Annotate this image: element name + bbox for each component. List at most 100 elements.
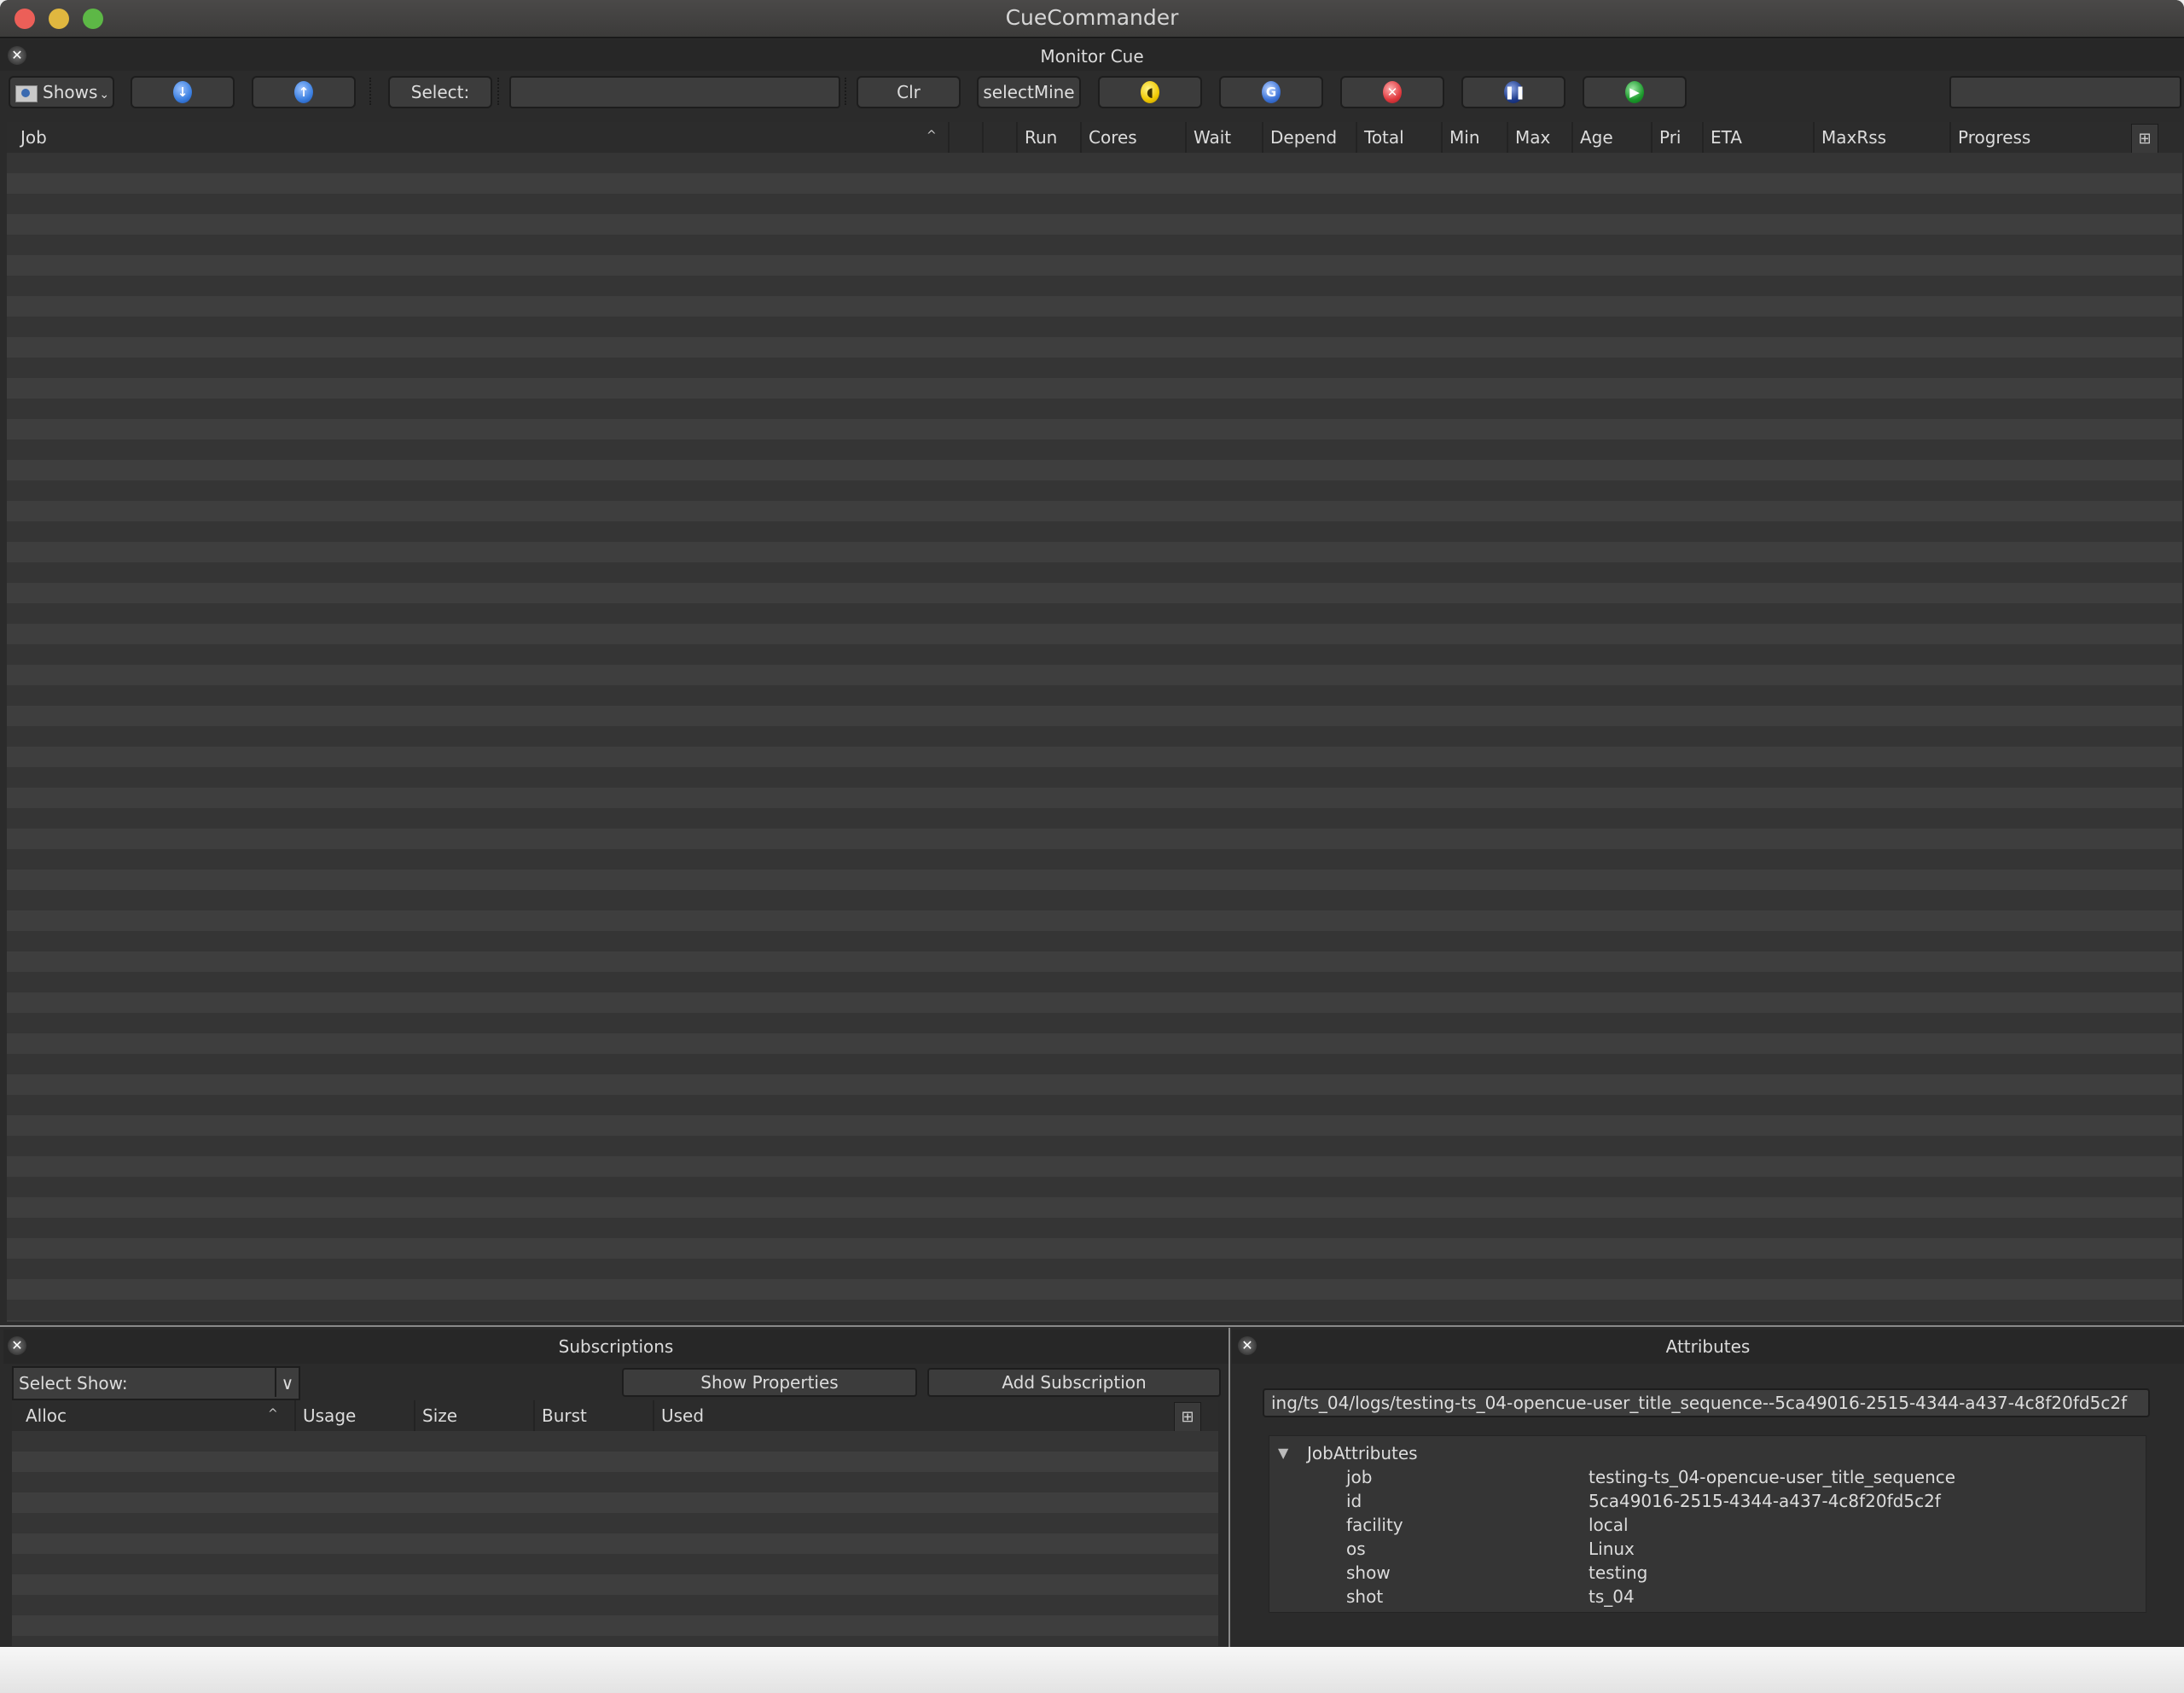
subscriptions-close-icon[interactable]: ✕ bbox=[8, 1336, 26, 1355]
empty-table-row bbox=[12, 1472, 1218, 1492]
clear-button[interactable]: Clr bbox=[857, 76, 961, 108]
empty-table-row bbox=[7, 1136, 2182, 1156]
column-chooser-icon[interactable]: ⊞ bbox=[2131, 124, 2158, 154]
column-header-pri[interactable]: Pri bbox=[1651, 122, 1702, 153]
empty-table-row bbox=[7, 1300, 2182, 1320]
column-chooser-icon[interactable]: ⊞ bbox=[1174, 1402, 1201, 1433]
attributes-title-bar: Attributes bbox=[1232, 1329, 2184, 1364]
empty-table-row bbox=[7, 542, 2182, 562]
column-header-total[interactable]: Total bbox=[1356, 122, 1441, 153]
empty-table-row bbox=[7, 337, 2182, 358]
attribute-row[interactable]: shot ts_04 bbox=[1269, 1586, 2146, 1610]
attribute-key: facility bbox=[1346, 1515, 1403, 1535]
select-button[interactable]: Select: bbox=[388, 76, 492, 108]
select-input[interactable] bbox=[509, 76, 840, 108]
column-header-burst[interactable]: Burst bbox=[533, 1400, 653, 1431]
select-mine-button[interactable]: selectMine bbox=[977, 76, 1081, 108]
column-header-blank-1[interactable] bbox=[948, 122, 982, 153]
empty-table-row bbox=[12, 1615, 1218, 1636]
select-show-dropdown[interactable]: Select Show: ∨ bbox=[12, 1366, 300, 1400]
attribute-key: os bbox=[1346, 1539, 1366, 1559]
column-header-run[interactable]: Run bbox=[1016, 122, 1088, 153]
empty-table-row bbox=[7, 317, 2182, 337]
column-header-max[interactable]: Max bbox=[1507, 122, 1571, 153]
title-bar: CueCommander bbox=[0, 0, 2184, 38]
attribute-key: job bbox=[1346, 1467, 1373, 1487]
empty-table-row bbox=[7, 235, 2182, 255]
subscriptions-table-header: Alloc ^ Usage Size Burst Used ⊞ bbox=[12, 1400, 1218, 1433]
empty-table-row bbox=[7, 1238, 2182, 1259]
column-header-age[interactable]: Age bbox=[1571, 122, 1658, 153]
retry-g-icon: G bbox=[1262, 81, 1281, 103]
job-table[interactable]: Job ^ Run Cores Wait Depend Total Min Ma… bbox=[7, 122, 2182, 1322]
column-header-wait[interactable]: Wait bbox=[1185, 122, 1262, 153]
empty-table-row bbox=[7, 992, 2182, 1013]
column-header-progress[interactable]: Progress bbox=[1949, 122, 2137, 153]
pause-jobs-button[interactable]: ❚❚ bbox=[1461, 76, 1565, 108]
column-header-usage[interactable]: Usage bbox=[294, 1400, 414, 1431]
tree-group-jobattributes[interactable]: ▼ JobAttributes bbox=[1269, 1443, 2146, 1467]
log-path-field[interactable]: ing/ts_04/logs/testing-ts_04-opencue-use… bbox=[1263, 1388, 2150, 1417]
sort-ascending-icon: ^ bbox=[926, 129, 937, 143]
empty-table-row bbox=[7, 1218, 2182, 1238]
empty-table-row bbox=[7, 194, 2182, 214]
column-header-job[interactable]: Job bbox=[14, 122, 585, 153]
subscriptions-table[interactable]: Alloc ^ Usage Size Burst Used ⊞ bbox=[12, 1400, 1218, 1646]
attribute-row[interactable]: facility local bbox=[1269, 1515, 2146, 1539]
empty-table-row bbox=[7, 439, 2182, 460]
subscriptions-title-bar: Subscriptions bbox=[3, 1329, 1228, 1364]
empty-table-row bbox=[7, 296, 2182, 317]
empty-table-row bbox=[7, 1115, 2182, 1136]
empty-table-row bbox=[12, 1431, 1218, 1452]
attribute-row[interactable]: id 5ca49016-2515-4344-a437-4c8f20fd5c2f bbox=[1269, 1491, 2146, 1515]
empty-table-row bbox=[12, 1554, 1218, 1574]
subscriptions-title: Subscriptions bbox=[558, 1336, 674, 1357]
column-header-cores[interactable]: Cores bbox=[1080, 122, 1159, 153]
attributes-tree[interactable]: ▼ JobAttributes job testing-ts_04-opencue… bbox=[1269, 1435, 2146, 1613]
column-header-size[interactable]: Size bbox=[414, 1400, 533, 1431]
show-properties-button[interactable]: Show Properties bbox=[622, 1368, 917, 1397]
empty-table-row bbox=[7, 624, 2182, 644]
eat-dead-frames-button[interactable]: ◖ bbox=[1098, 76, 1202, 108]
vertical-splitter[interactable] bbox=[1228, 1328, 1230, 1647]
attribute-row[interactable]: os Linux bbox=[1269, 1539, 2146, 1562]
column-header-alloc[interactable]: Alloc bbox=[19, 1400, 300, 1431]
monitor-cue-close-icon[interactable]: ✕ bbox=[8, 46, 26, 65]
empty-table-row bbox=[7, 419, 2182, 439]
camera-icon bbox=[15, 84, 38, 102]
column-header-blank-2[interactable] bbox=[982, 122, 1016, 153]
toolbar-right-field[interactable] bbox=[1949, 76, 2181, 108]
empty-table-row bbox=[7, 910, 2182, 931]
expand-all-button[interactable]: ↓ bbox=[131, 76, 235, 108]
unpause-jobs-button[interactable]: ▶ bbox=[1583, 76, 1687, 108]
empty-table-row bbox=[7, 173, 2182, 194]
empty-table-row bbox=[7, 972, 2182, 992]
attributes-title: Attributes bbox=[1665, 1336, 1751, 1357]
column-header-min[interactable]: Min bbox=[1441, 122, 1507, 153]
toolbar-separator bbox=[845, 78, 848, 105]
select-mine-label: selectMine bbox=[983, 82, 1075, 102]
collapse-all-button[interactable]: ↑ bbox=[252, 76, 356, 108]
attribute-row[interactable]: show testing bbox=[1269, 1562, 2146, 1586]
retry-dead-frames-button[interactable]: G bbox=[1219, 76, 1323, 108]
horizontal-splitter[interactable] bbox=[0, 1325, 2184, 1327]
toolbar-separator bbox=[369, 78, 373, 105]
attributes-close-icon[interactable]: ✕ bbox=[1238, 1336, 1257, 1355]
empty-table-row bbox=[7, 829, 2182, 849]
monitor-cue-toolbar: Shows⌄ ↓ ↑ Select: Clr selectMine ◖ G ✕ bbox=[0, 71, 2184, 122]
empty-table-row bbox=[7, 685, 2182, 706]
empty-table-row bbox=[7, 480, 2182, 501]
attribute-row[interactable]: job testing-ts_04-opencue-user_title_sequ… bbox=[1269, 1467, 2146, 1491]
empty-table-row bbox=[7, 808, 2182, 829]
column-header-eta[interactable]: ETA bbox=[1702, 122, 1813, 153]
attribute-value: 5ca49016-2515-4344-a437-4c8f20fd5c2f bbox=[1589, 1491, 1941, 1511]
column-header-used[interactable]: Used bbox=[653, 1400, 1165, 1431]
shows-button[interactable]: Shows ⌄ bbox=[9, 76, 114, 108]
add-subscription-button[interactable]: Add Subscription bbox=[927, 1368, 1221, 1397]
attribute-value: testing-ts_04-opencue-user_title_sequenc… bbox=[1589, 1467, 1956, 1487]
column-header-depend[interactable]: Depend bbox=[1262, 122, 1356, 153]
empty-table-row bbox=[7, 399, 2182, 419]
expand-triangle-icon[interactable]: ▼ bbox=[1278, 1445, 1288, 1461]
column-header-maxrss[interactable]: MaxRss bbox=[1813, 122, 1949, 153]
kill-jobs-button[interactable]: ✕ bbox=[1340, 76, 1444, 108]
